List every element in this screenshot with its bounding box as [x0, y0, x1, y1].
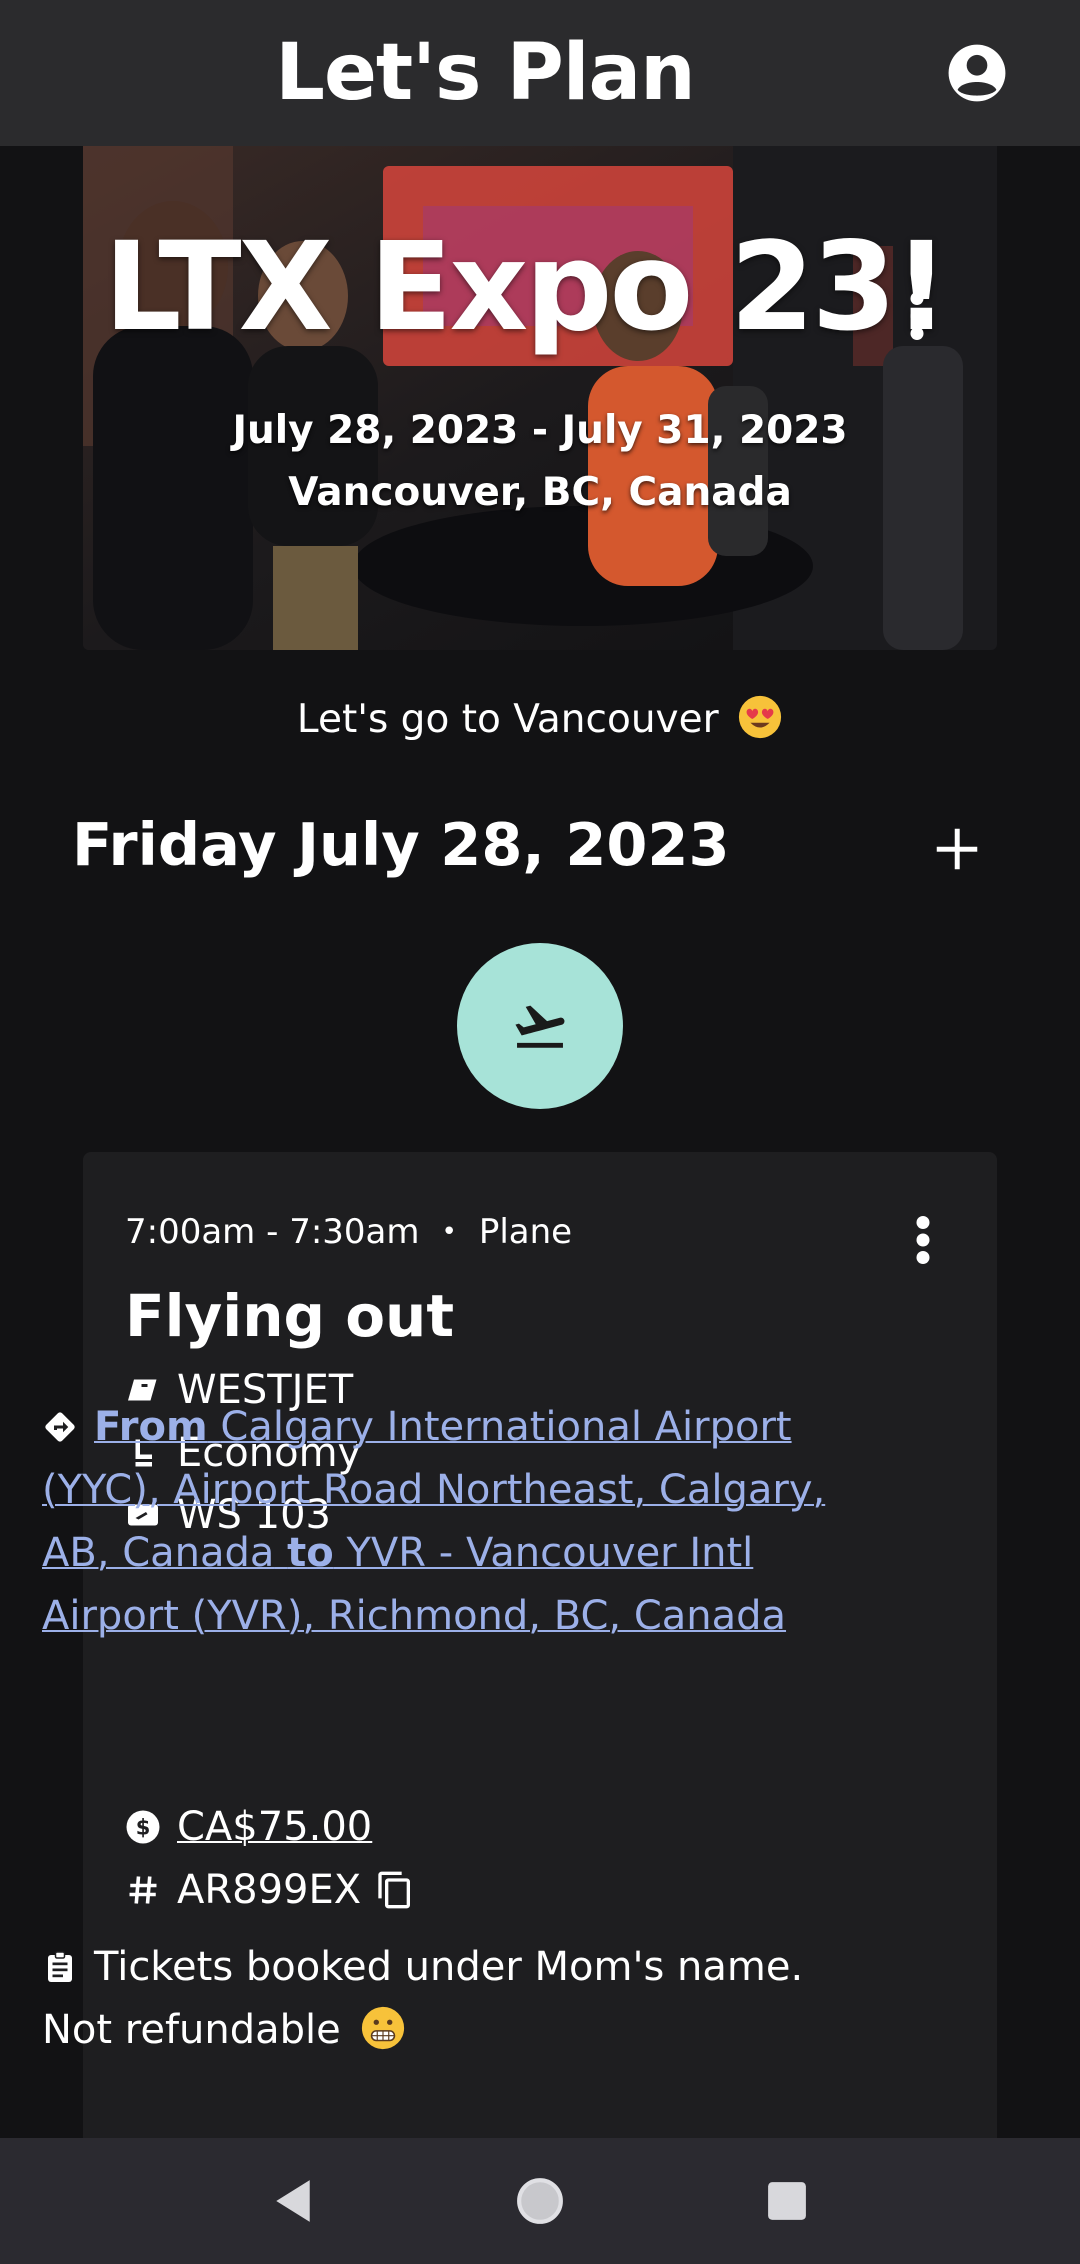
day-heading: Friday July 28, 2023 [72, 810, 730, 879]
plus-icon[interactable] [930, 822, 984, 876]
plan-meta: 7:00am - 7:30am • Plane [125, 1212, 572, 1252]
system-nav-bar [0, 2138, 1080, 2264]
route-anchor[interactable]: From Calgary International Airport (YYC)… [42, 1404, 825, 1639]
more-vert-icon[interactable] [905, 286, 929, 346]
separator-dot: • [441, 1217, 457, 1247]
price-row: $ CA$75.00 [125, 1804, 372, 1850]
svg-text:$: $ [136, 1816, 151, 1840]
trip-description-text: Let's go to Vancouver [296, 697, 719, 742]
clipboard-note-icon [48, 1951, 72, 1982]
event-location: Vancouver, BC, Canada [288, 470, 792, 515]
plan-type: Plane [478, 1212, 573, 1252]
plan-note: Tickets booked under Mom's name. Not ref… [42, 1936, 882, 2062]
hash-icon [129, 1876, 157, 1904]
route-to-label: to [287, 1530, 334, 1576]
home-button[interactable] [510, 2171, 570, 2231]
grimacing-emoji-icon [361, 2006, 404, 2050]
event-banner[interactable]: LTX Expo 23! July 28, 2023 - July 31, 20… [83, 146, 997, 650]
card-more-vert-icon[interactable] [911, 1210, 935, 1270]
back-triangle-icon [276, 2180, 311, 2222]
dollar-circle-icon: $ [126, 1810, 160, 1844]
heart-eyes-emoji-icon [738, 695, 782, 739]
copy-icon[interactable] [375, 1867, 415, 1913]
recents-square-icon [767, 2182, 806, 2220]
back-button[interactable] [263, 2171, 323, 2231]
app-title: Let's Plan [275, 28, 695, 118]
flight-category-button[interactable] [457, 943, 623, 1109]
event-title: LTX Expo 23! [103, 216, 949, 358]
home-circle-icon [517, 2178, 563, 2224]
account-circle-icon[interactable] [946, 42, 1008, 104]
trip-description: Let's go to Vancouver [0, 694, 1080, 742]
plan-card[interactable]: 7:00am - 7:30am • Plane Flying out [83, 1152, 997, 2252]
confirmation-code: AR899EX [177, 1867, 362, 1913]
flight-takeoff-icon [515, 1005, 565, 1048]
directions-icon [45, 1412, 75, 1442]
plan-note-text: Tickets booked under Mom's name. Not ref… [42, 1944, 804, 2053]
confirmation-row: AR899EX [125, 1867, 415, 1913]
event-dates: July 28, 2023 - July 31, 2023 [232, 408, 848, 453]
recents-button[interactable] [757, 2171, 817, 2231]
route-from-label: From [94, 1404, 208, 1450]
price-value[interactable]: CA$75.00 [177, 1804, 372, 1850]
app-bar: Let's Plan [0, 0, 1080, 146]
route-link[interactable]: From Calgary International Airport (YYC)… [42, 1396, 882, 1648]
plan-time: 7:00am - 7:30am [125, 1212, 420, 1252]
plan-title: Flying out [125, 1282, 455, 1350]
